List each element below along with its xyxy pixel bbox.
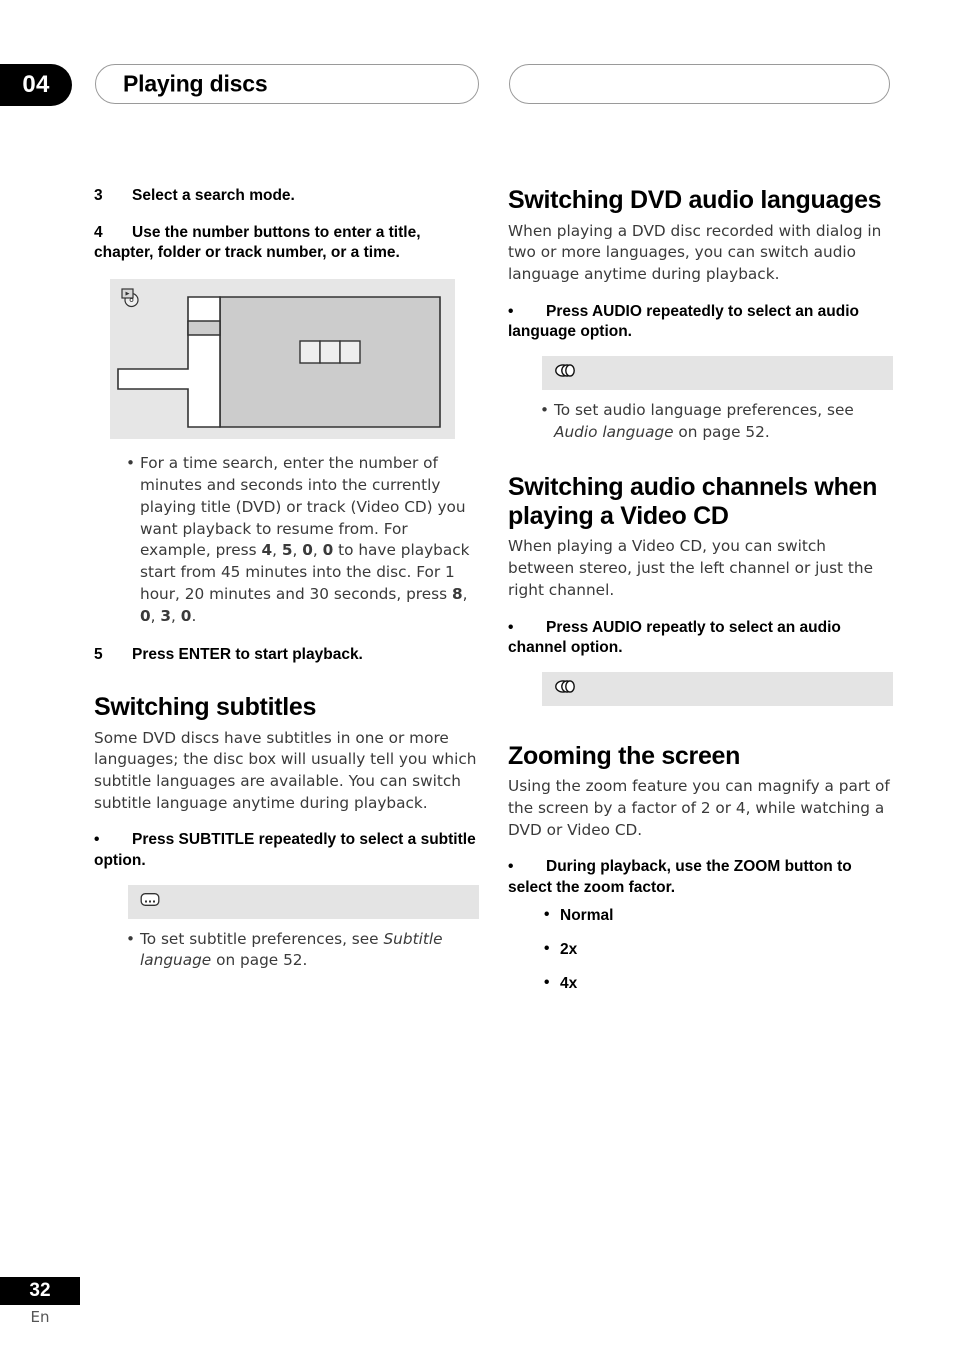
bullet-dot: •: [508, 618, 514, 636]
step-3-number: 3: [94, 187, 103, 204]
dvd-audio-instruction-text: Press AUDIO repeatedly to select an audi…: [508, 302, 859, 340]
bullet-dot: •: [508, 302, 514, 320]
step-5: 5 Press ENTER to start playback.: [94, 645, 479, 665]
audio-channels-instruction-text: Press AUDIO repeatly to select an audio …: [508, 618, 841, 656]
switching-subtitles-heading: Switching subtitles: [94, 693, 317, 722]
zooming-heading: Zooming the screen: [508, 741, 741, 770]
chapter-number-tab: 04: [0, 64, 72, 106]
audio-channels-icon: [554, 362, 580, 383]
dvd-audio-body: When playing a DVD disc recorded with di…: [508, 221, 882, 283]
dvd-audio-note: To set audio language preferences, see A…: [540, 400, 893, 443]
chapter-title-pill: Playing discs: [95, 64, 479, 104]
chapter-title: Playing discs: [123, 70, 268, 97]
dvd-audio-note-part2: on page 52.: [673, 422, 770, 441]
step-4-text: Use the number buttons to enter a title,…: [94, 223, 421, 261]
switching-subtitles-body: Some DVD discs have subtitles in one or …: [94, 728, 477, 812]
step-4: 4 Use the number buttons to enter a title…: [94, 223, 479, 263]
language-code: En: [30, 1308, 50, 1326]
subtitle-note-part2: on page 52.: [211, 951, 308, 970]
audio-channels-instruction: • Press AUDIO repeatly to select an audio…: [508, 618, 893, 658]
page-header: 04 Playing discs: [0, 64, 954, 108]
header-right-pill: [509, 64, 890, 104]
subtitle-note: To set subtitle preferences, see Subtitl…: [126, 929, 479, 972]
subtitle-note-list: To set subtitle preferences, see Subtitl…: [94, 929, 479, 972]
page-number: 32: [0, 1277, 80, 1305]
audio-channels-heading: Switching audio channels when playing a …: [508, 473, 878, 530]
subtitle-note-part1: To set subtitle preferences, see: [140, 929, 384, 948]
zoom-option-2x: 2x: [544, 939, 893, 960]
subtitle-instruction: • Press SUBTITLE repeatedly to select a s…: [94, 830, 479, 870]
search-mode-figure: [110, 279, 455, 440]
zooming-body: Using the zoom feature you can magnify a…: [508, 777, 890, 839]
subtitle-instruction-text: Press SUBTITLE repeatedly to select a su…: [94, 831, 476, 869]
dvd-audio-icon-strip: [542, 355, 893, 390]
zoom-instruction: • During playback, use the ZOOM button to…: [508, 857, 893, 897]
zoom-option-normal: Normal: [544, 905, 893, 926]
step-3-text: Select a search mode.: [132, 187, 295, 204]
step-5-number: 5: [94, 646, 103, 664]
left-column: 3 Select a search mode. 4 Use the number b…: [94, 186, 479, 980]
bullet-dot: •: [508, 858, 514, 876]
step-3: 3 Select a search mode.: [94, 186, 479, 206]
step-4-number: 4: [94, 223, 103, 241]
step-5-text: Press ENTER to start playback.: [132, 646, 363, 664]
dvd-audio-note-part1: To set audio language preferences, see: [554, 400, 854, 419]
time-search-note: For a time search, enter the number of m…: [126, 453, 479, 627]
zoom-factor-options: Normal 2x 4x: [508, 905, 893, 994]
right-column: Switching DVD audio languages When playi…: [508, 186, 893, 1008]
dvd-audio-instruction: • Press AUDIO repeatedly to select an aud…: [508, 302, 893, 342]
zoom-instruction-text: During playback, use the ZOOM button to …: [508, 858, 852, 896]
bullet-dot: •: [94, 831, 100, 849]
page-footer: 32 En: [0, 1277, 200, 1326]
audio-channels-icon: [554, 678, 580, 699]
zoom-option-4x: 4x: [544, 973, 893, 994]
dvd-audio-note-list: To set audio language preferences, see A…: [508, 400, 893, 443]
dvd-audio-heading: Switching DVD audio languages: [508, 186, 882, 214]
audio-channels-icon-strip: [542, 671, 893, 706]
time-search-note-list: For a time search, enter the number of m…: [94, 453, 479, 627]
figure-illustration: [117, 296, 441, 429]
audio-channels-body: When playing a Video CD, you can switch …: [508, 537, 873, 599]
dvd-audio-note-ref: Audio language: [554, 422, 674, 441]
subtitle-icon: [140, 891, 160, 912]
subtitle-icon-strip: [128, 884, 479, 919]
